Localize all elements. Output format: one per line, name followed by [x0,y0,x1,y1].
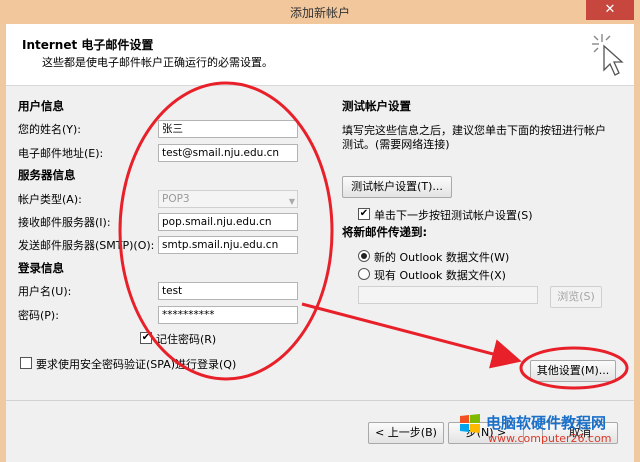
account-type-label: 帐户类型(A): [18,193,82,206]
new-data-file-label: 新的 Outlook 数据文件(W) [374,251,510,264]
deliver-heading: 将新邮件传递到: [342,225,428,239]
existing-data-file-label: 现有 Outlook 数据文件(X) [374,269,506,282]
dialog-header: Internet 电子邮件设置 这些都是使电子邮件帐户正确运行的必需设置。 [6,24,634,86]
title-bar: 添加新帐户 ✕ [0,0,640,24]
test-description-line2: 测试。(需要网络连接) [342,138,450,151]
existing-data-file-radio[interactable] [358,268,370,280]
email-input[interactable]: test@smail.nju.edu.cn [158,144,298,162]
spa-checkbox[interactable] [20,357,32,369]
header-subtitle: 这些都是使电子邮件帐户正确运行的必需设置。 [42,56,273,69]
name-input[interactable]: 张三 [158,120,298,138]
email-label: 电子邮件地址(E): [18,147,104,160]
dialog-body: Internet 电子邮件设置 这些都是使电子邮件帐户正确运行的必需设置。 用户… [6,24,634,462]
server-info-heading: 服务器信息 [18,168,76,182]
header-title: Internet 电子邮件设置 [22,38,154,52]
new-data-file-radio[interactable] [358,250,370,262]
username-input[interactable]: test [158,282,298,300]
cursor-sparkle-icon [592,34,624,76]
login-info-heading: 登录信息 [18,261,64,275]
watermark-url: www.computer26.com [488,432,612,445]
auto-test-label: 单击下一步按钮测试帐户设置(S) [374,209,533,222]
window-title: 添加新帐户 [289,6,350,20]
chevron-down-icon: ▼ [288,197,295,206]
footer-divider [6,400,634,401]
outgoing-server-input[interactable]: smtp.smail.nju.edu.cn [158,236,298,254]
name-label: 您的姓名(Y): [18,123,82,136]
remember-password-label: 记住密码(R) [156,333,217,346]
back-button[interactable]: < 上一步(B) [368,422,444,444]
incoming-server-input[interactable]: pop.smail.nju.edu.cn [158,213,298,231]
password-label: 密码(P): [18,309,59,322]
browse-button[interactable]: 浏览(S) [550,286,602,308]
test-account-button[interactable]: 测试帐户设置(T)... [342,176,452,198]
incoming-server-label: 接收邮件服务器(I): [18,216,111,229]
close-button[interactable]: ✕ [586,0,634,20]
password-input[interactable]: ********** [158,306,298,324]
more-settings-button[interactable]: 其他设置(M)... [530,360,616,382]
account-type-value: POP3 [162,193,190,205]
windows-logo-icon [460,414,480,433]
spa-label: 要求使用安全密码验证(SPA)进行登录(Q) [36,358,237,371]
username-label: 用户名(U): [18,285,72,298]
outgoing-server-label: 发送邮件服务器(SMTP)(O): [18,239,155,252]
user-info-heading: 用户信息 [18,99,64,113]
test-settings-heading: 测试帐户设置 [342,99,411,113]
data-file-path-input[interactable] [358,286,538,304]
watermark-title: 电脑软硬件教程网 [486,414,607,432]
auto-test-checkbox[interactable]: ✔ [358,208,370,220]
remember-password-checkbox[interactable]: ✔ [140,332,152,344]
account-type-select[interactable]: POP3 ▼ [158,190,298,208]
